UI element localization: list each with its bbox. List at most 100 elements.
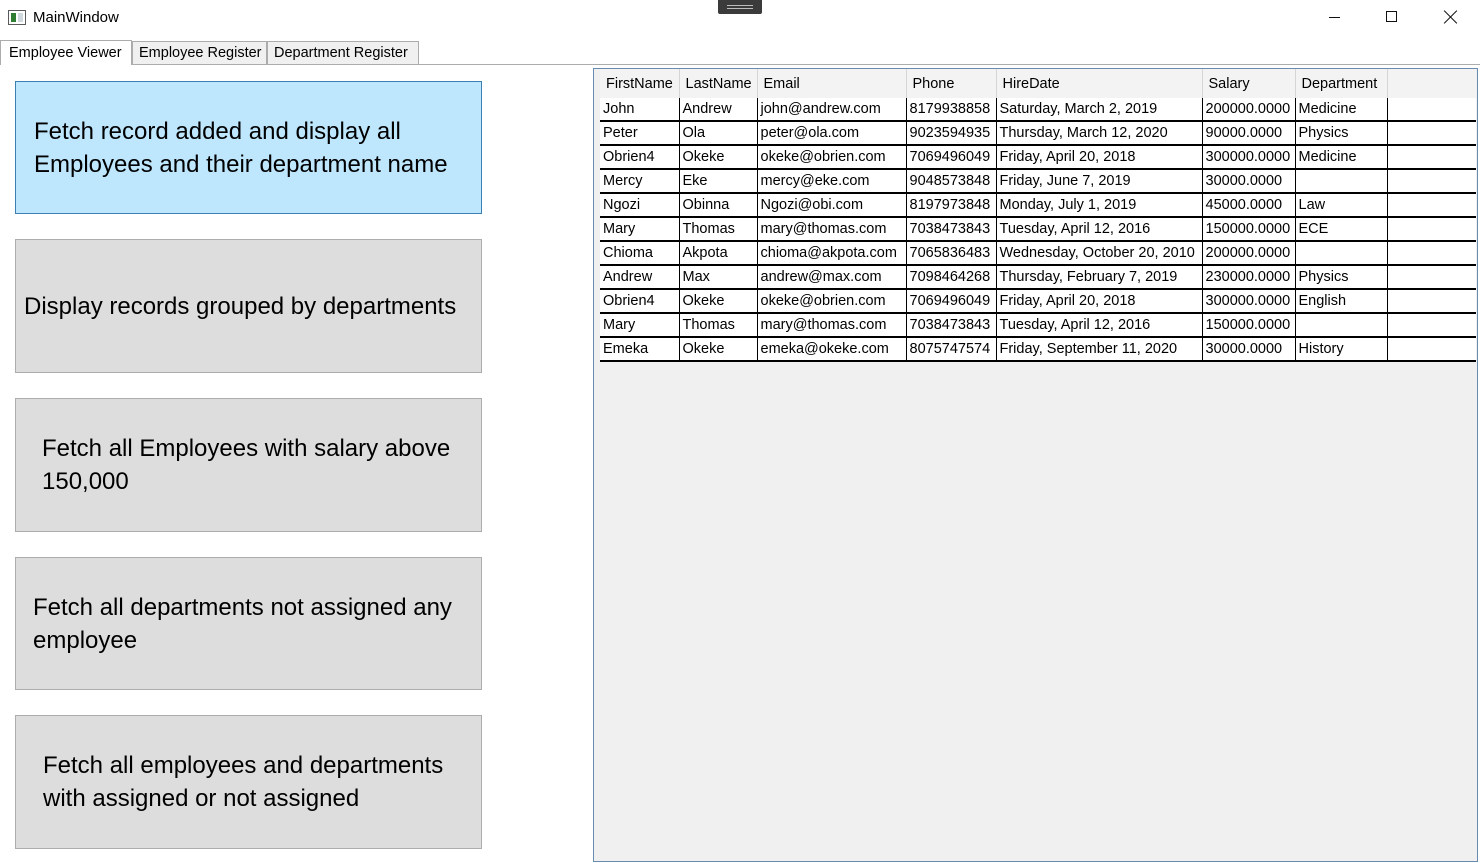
column-header-department[interactable]: Department <box>1295 69 1388 98</box>
table-row[interactable]: John Andrew john@andrew.com 8179938858 Satur… <box>600 98 1476 122</box>
column-header-firstname[interactable]: FirstName <box>600 69 680 98</box>
cell-firstname[interactable]: Emeka <box>600 337 680 362</box>
cell-email[interactable]: Ngozi@obi.com <box>757 193 907 218</box>
table-row[interactable]: Obrien4 Okeke okeke@obrien.com 7069496049 Fr… <box>600 145 1476 170</box>
cell-email[interactable]: john@andrew.com <box>757 98 907 122</box>
cell-email[interactable]: chioma@akpota.com <box>757 241 907 266</box>
cell-department[interactable]: Physics <box>1295 265 1388 290</box>
cell-firstname[interactable]: Obrien4 <box>600 289 680 314</box>
cell-department[interactable]: ECE <box>1295 217 1388 242</box>
cell-hiredate[interactable]: Friday, June 7, 2019 <box>996 169 1203 194</box>
close-button[interactable] <box>1422 0 1480 34</box>
cell-lastname[interactable]: Okeke <box>679 145 758 170</box>
cell-phone[interactable]: 9023594935 <box>906 121 997 146</box>
title-bar[interactable]: MainWindow <box>0 0 1480 36</box>
cell-lastname[interactable]: Akpota <box>679 241 758 266</box>
cell-lastname[interactable]: Max <box>679 265 758 290</box>
cell-firstname[interactable]: Obrien4 <box>600 145 680 170</box>
table-row[interactable]: Emeka Okeke emeka@okeke.com 8075747574 Frida… <box>600 337 1476 362</box>
column-header-email[interactable]: Email <box>757 69 907 98</box>
cell-phone[interactable]: 7069496049 <box>906 145 997 170</box>
cell-email[interactable]: emeka@okeke.com <box>757 337 907 362</box>
cell-salary[interactable]: 30000.0000 <box>1202 337 1296 362</box>
cell-department[interactable]: Physics <box>1295 121 1388 146</box>
cell-email[interactable]: mary@thomas.com <box>757 217 907 242</box>
cell-department[interactable]: English <box>1295 289 1388 314</box>
cell-salary[interactable]: 200000.0000 <box>1202 98 1296 122</box>
cell-hiredate[interactable]: Tuesday, April 12, 2016 <box>996 217 1203 242</box>
employee-data-grid[interactable]: FirstName LastName Email Phone HireDate Salar… <box>593 68 1478 862</box>
cell-phone[interactable]: 8075747574 <box>906 337 997 362</box>
cell-salary[interactable]: 300000.0000 <box>1202 145 1296 170</box>
cell-department[interactable]: Medicine <box>1295 145 1388 170</box>
cell-phone[interactable]: 7098464268 <box>906 265 997 290</box>
cell-email[interactable]: peter@ola.com <box>757 121 907 146</box>
cell-salary[interactable]: 300000.0000 <box>1202 289 1296 314</box>
fetch-salary-above-150000-button[interactable]: Fetch all Employees with salary above 15… <box>15 398 482 532</box>
cell-phone[interactable]: 8197973848 <box>906 193 997 218</box>
cell-hiredate[interactable]: Wednesday, October 20, 2010 <box>996 241 1203 266</box>
cell-lastname[interactable]: Okeke <box>679 337 758 362</box>
column-header-lastname[interactable]: LastName <box>679 69 758 98</box>
cell-hiredate[interactable]: Thursday, March 12, 2020 <box>996 121 1203 146</box>
fetch-unassigned-departments-button[interactable]: Fetch all departments not assigned any e… <box>15 557 482 690</box>
minimize-button[interactable] <box>1306 0 1364 34</box>
table-row[interactable]: Obrien4 Okeke okeke@obrien.com 7069496049 Fr… <box>600 289 1476 314</box>
cell-salary[interactable]: 230000.0000 <box>1202 265 1296 290</box>
table-row[interactable]: Mary Thomas mary@thomas.com 7038473843 Tuesd… <box>600 217 1476 242</box>
cell-hiredate[interactable]: Friday, April 20, 2018 <box>996 289 1203 314</box>
cell-lastname[interactable]: Obinna <box>679 193 758 218</box>
cell-lastname[interactable]: Eke <box>679 169 758 194</box>
cell-hiredate[interactable]: Saturday, March 2, 2019 <box>996 98 1203 122</box>
cell-salary[interactable]: 45000.0000 <box>1202 193 1296 218</box>
cell-firstname[interactable]: Ngozi <box>600 193 680 218</box>
cell-hiredate[interactable]: Friday, September 11, 2020 <box>996 337 1203 362</box>
tab-employee-viewer[interactable]: Employee Viewer <box>0 40 132 65</box>
cell-firstname[interactable]: Mary <box>600 217 680 242</box>
cell-firstname[interactable]: Mercy <box>600 169 680 194</box>
cell-email[interactable]: andrew@max.com <box>757 265 907 290</box>
cell-firstname[interactable]: Peter <box>600 121 680 146</box>
cell-salary[interactable]: 30000.0000 <box>1202 169 1296 194</box>
cell-lastname[interactable]: Thomas <box>679 217 758 242</box>
cell-firstname[interactable]: Chioma <box>600 241 680 266</box>
cell-firstname[interactable]: John <box>600 98 680 122</box>
column-header-phone[interactable]: Phone <box>906 69 997 98</box>
cell-salary[interactable]: 150000.0000 <box>1202 313 1296 338</box>
cell-salary[interactable]: 200000.0000 <box>1202 241 1296 266</box>
cell-firstname[interactable]: Mary <box>600 313 680 338</box>
tab-department-register[interactable]: Department Register <box>267 41 419 64</box>
column-header-hiredate[interactable]: HireDate <box>996 69 1203 98</box>
cell-hiredate[interactable]: Thursday, February 7, 2019 <box>996 265 1203 290</box>
cell-phone[interactable]: 7065836483 <box>906 241 997 266</box>
cell-salary[interactable]: 150000.0000 <box>1202 217 1296 242</box>
cell-lastname[interactable]: Andrew <box>679 98 758 122</box>
table-row[interactable]: Andrew Max andrew@max.com 7098464268 Thursda… <box>600 265 1476 290</box>
cell-firstname[interactable]: Andrew <box>600 265 680 290</box>
cell-phone[interactable]: 7038473843 <box>906 217 997 242</box>
cell-email[interactable]: okeke@obrien.com <box>757 289 907 314</box>
column-header-salary[interactable]: Salary <box>1202 69 1296 98</box>
cell-department[interactable]: Law <box>1295 193 1388 218</box>
drag-handle-icon[interactable] <box>718 0 762 14</box>
cell-salary[interactable]: 90000.0000 <box>1202 121 1296 146</box>
cell-lastname[interactable]: Ola <box>679 121 758 146</box>
cell-email[interactable]: mary@thomas.com <box>757 313 907 338</box>
cell-phone[interactable]: 7038473843 <box>906 313 997 338</box>
table-row[interactable]: Chioma Akpota chioma@akpota.com 7065836483 W… <box>600 241 1476 266</box>
cell-department[interactable]: History <box>1295 337 1388 362</box>
fetch-employees-and-departments-button[interactable]: Fetch all employees and departments with… <box>15 715 482 849</box>
cell-phone[interactable]: 8179938858 <box>906 98 997 122</box>
cell-hiredate[interactable]: Friday, April 20, 2018 <box>996 145 1203 170</box>
cell-department[interactable] <box>1295 241 1388 266</box>
cell-email[interactable]: okeke@obrien.com <box>757 145 907 170</box>
display-grouped-by-department-button[interactable]: Display records grouped by departments <box>15 239 482 373</box>
cell-lastname[interactable]: Thomas <box>679 313 758 338</box>
cell-department[interactable]: Medicine <box>1295 98 1388 122</box>
cell-department[interactable] <box>1295 313 1388 338</box>
maximize-button[interactable] <box>1364 0 1422 34</box>
fetch-all-employees-with-department-button[interactable]: Fetch record added and display all Emplo… <box>15 81 482 214</box>
cell-department[interactable] <box>1295 169 1388 194</box>
table-row[interactable]: Peter Ola peter@ola.com 9023594935 Thursday,… <box>600 121 1476 146</box>
cell-hiredate[interactable]: Tuesday, April 12, 2016 <box>996 313 1203 338</box>
